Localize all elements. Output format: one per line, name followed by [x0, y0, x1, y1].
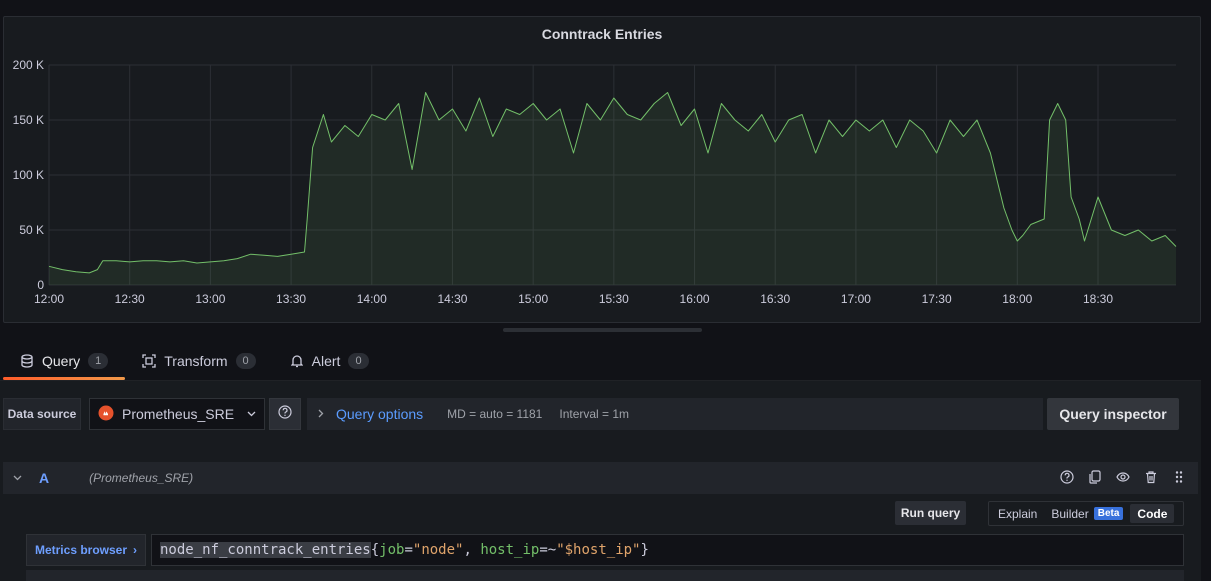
x-tick-label: 18:30: [1083, 292, 1113, 306]
chevron-right-icon: ›: [133, 543, 138, 557]
query-options-md: MD = auto = 1181: [447, 407, 543, 421]
datasource-picker[interactable]: Prometheus_SRE: [89, 398, 265, 430]
y-tick-label: 0: [37, 278, 44, 292]
datasource-help-button[interactable]: [269, 398, 301, 430]
x-tick-label: 17:00: [841, 292, 871, 306]
x-tick-label: 17:30: [922, 292, 952, 306]
query-metric: node_nf_conntrack_entries: [160, 542, 371, 558]
query-row-actions: [1060, 470, 1186, 484]
run-query-button[interactable]: Run query: [895, 501, 966, 525]
chevron-down-icon: [247, 409, 256, 420]
y-tick-label: 150 K: [13, 113, 44, 127]
mode-builder-label: Builder: [1051, 506, 1089, 521]
query-options-toggle[interactable]: Query options MD = auto = 1181 Interval …: [307, 398, 1043, 430]
mode-code[interactable]: Code: [1130, 504, 1175, 523]
y-tick-label: 100 K: [13, 168, 44, 182]
time-series-chart[interactable]: 0 50 K 100 K 150 K 200 K 12:00 12:30 13:00 13:30…: [4, 17, 1202, 324]
query-op-regex: =~: [539, 542, 557, 558]
editor-mode-toggle: Explain Builder Beta Code: [988, 501, 1184, 526]
x-tick-label: 14:00: [357, 292, 387, 306]
query-editor-area: Data source Prometheus_SRE Query options…: [0, 380, 1201, 581]
help-icon[interactable]: [1060, 470, 1074, 484]
query-ref-id[interactable]: A: [39, 470, 49, 486]
tab-transform[interactable]: Transform 0: [125, 344, 272, 378]
graph-panel: Conntrack Entries 0 50 K 100 K 150 K 200 K 12…: [3, 16, 1201, 323]
query-label-host-ip: host_ip: [480, 542, 540, 558]
metrics-browser-label: Metrics browser: [34, 543, 128, 557]
x-tick-label: 13:00: [195, 292, 225, 306]
tab-transform-count: 0: [235, 353, 256, 369]
x-tick-label: 15:00: [518, 292, 548, 306]
tab-alert-label: Alert: [311, 353, 341, 369]
transform-icon: [142, 354, 156, 368]
datasource-row: Data source Prometheus_SRE Query options…: [3, 398, 1198, 430]
chevron-right-icon: [318, 407, 324, 421]
x-tick-label: 13:30: [276, 292, 306, 306]
metrics-browser-button[interactable]: Metrics browser ›: [26, 534, 146, 566]
x-tick-label: 12:00: [34, 292, 64, 306]
mode-explain[interactable]: Explain: [991, 504, 1044, 523]
drag-handle-icon[interactable]: [1172, 470, 1186, 484]
query-options-title: Query options: [336, 406, 424, 422]
y-tick-label: 50 K: [19, 223, 44, 237]
mode-builder[interactable]: Builder Beta: [1044, 504, 1130, 523]
query-value-host-ip: "$host_ip": [556, 542, 641, 558]
tab-query[interactable]: Query 1: [3, 344, 126, 380]
tab-query-label: Query: [42, 353, 81, 369]
y-tick-label: 200 K: [13, 58, 44, 72]
datasource-label: Data source: [3, 398, 81, 430]
collapse-chevron-icon[interactable]: [13, 473, 27, 484]
query-label-job: job: [379, 542, 405, 558]
help-icon: [278, 404, 292, 424]
query-footer-strip: [26, 570, 1184, 581]
query-row-header: A (Prometheus_SRE): [3, 462, 1198, 494]
x-tick-label: 16:00: [680, 292, 710, 306]
mode-explain-label: Explain: [998, 506, 1038, 521]
tab-query-count: 1: [88, 353, 109, 369]
duplicate-icon[interactable]: [1088, 470, 1102, 484]
series-area: [49, 92, 1176, 285]
tab-alert[interactable]: Alert 0: [273, 344, 386, 378]
query-inspector-button[interactable]: Query inspector: [1047, 398, 1179, 430]
x-tick-label: 16:30: [760, 292, 790, 306]
trash-icon[interactable]: [1144, 470, 1158, 484]
mode-code-label: Code: [1137, 506, 1168, 521]
query-op-eq: =: [404, 542, 413, 558]
database-icon: [20, 354, 34, 368]
tab-transform-label: Transform: [164, 353, 228, 369]
bell-icon: [290, 354, 304, 368]
query-value-job: "node": [412, 542, 464, 558]
query-options-interval: Interval = 1m: [559, 407, 630, 421]
panel-resize-handle[interactable]: [503, 328, 702, 332]
beta-badge: Beta: [1093, 507, 1124, 520]
tab-alert-count: 0: [348, 353, 369, 369]
query-close-brace: }: [640, 542, 649, 558]
x-tick-label: 15:30: [599, 292, 629, 306]
x-tick-label: 18:00: [1002, 292, 1032, 306]
x-tick-label: 12:30: [115, 292, 145, 306]
editor-tabs: Query 1 Transform 0 Alert 0: [3, 344, 386, 380]
datasource-selected: Prometheus_SRE: [122, 406, 235, 422]
eye-icon[interactable]: [1116, 470, 1130, 484]
promql-query-editor[interactable]: node_nf_conntrack_entries{job = "node", ho…: [151, 534, 1184, 566]
prometheus-icon: [98, 405, 114, 424]
query-separator: ,: [463, 542, 481, 558]
query-open-brace: {: [370, 542, 380, 558]
query-datasource-name: (Prometheus_SRE): [89, 471, 194, 485]
x-tick-label: 14:30: [437, 292, 467, 306]
